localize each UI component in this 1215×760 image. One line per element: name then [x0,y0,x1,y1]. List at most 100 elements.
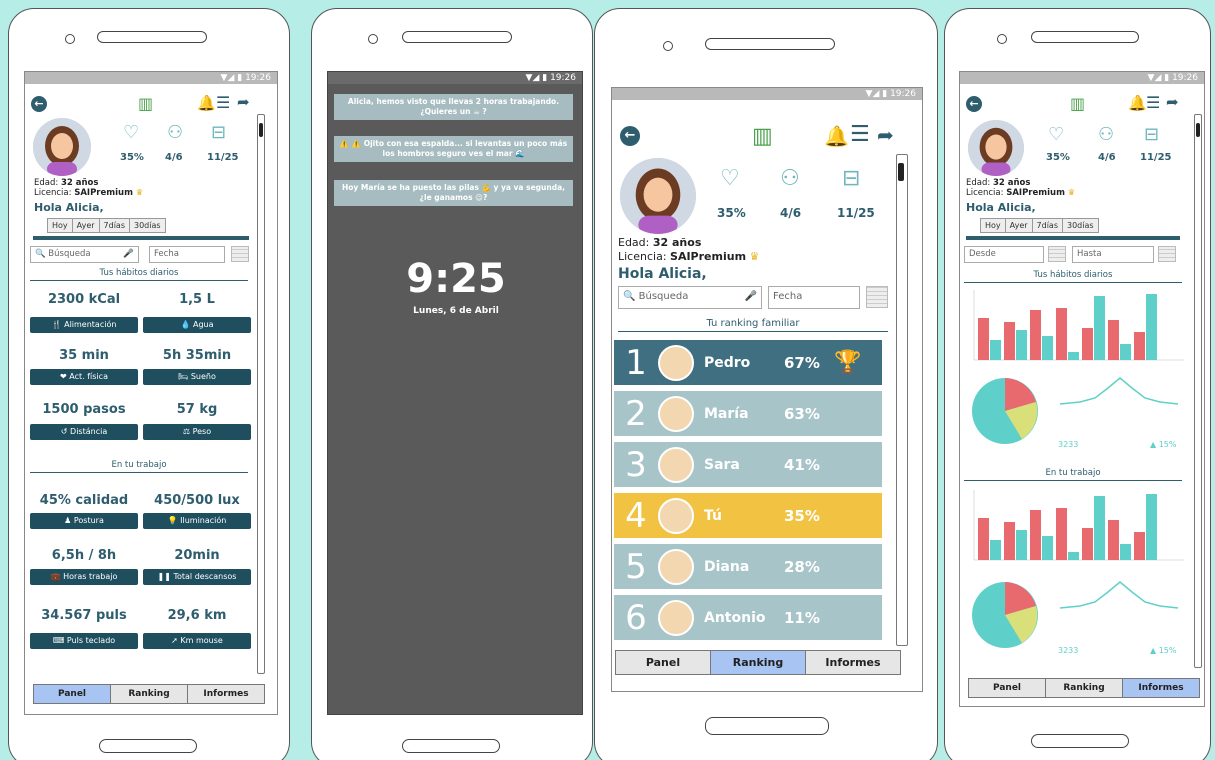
back-arrow-icon[interactable]: ← [620,126,640,146]
ranking-row[interactable]: 6 Antonio 11% [614,595,882,640]
back-arrow-icon[interactable]: ← [31,96,47,112]
heartbeat-icon: ♡ [720,166,740,191]
tab-30dias[interactable]: 30días [1063,219,1098,232]
work-value-keys: 34.567 puls [41,608,127,623]
date-input[interactable]: Fecha [768,286,860,309]
work-button-light[interactable]: 💡 Iluminación [143,513,251,529]
ranking-row[interactable]: 4 Tú 35% [614,493,882,538]
logout-icon[interactable]: ➦ [877,123,894,147]
habit-button-activity[interactable]: ❤ Act. física [30,369,138,385]
habits-line-chart [1060,377,1179,405]
habit-button-water[interactable]: 💧 Agua [143,317,251,333]
menu-icon[interactable]: ☰ [216,93,230,112]
work-title: En tu trabajo [964,468,1182,481]
logout-icon[interactable]: ➦ [1166,93,1179,111]
tab-hoy[interactable]: Hoy [981,219,1006,232]
tab-ayer[interactable]: Ayer [73,219,100,232]
menu-icon[interactable]: ☰ [1146,93,1160,112]
habits-title: Tus hábitos diarios [30,268,248,281]
bell-icon[interactable]: 🔔 [197,94,216,112]
search-input[interactable]: 🔍 Búsqueda 🎤 [618,286,762,309]
bell-icon[interactable]: 🔔 [1128,94,1147,112]
heartbeat-icon: ♡ [123,122,140,143]
family-icon: ⚇ [1098,124,1115,145]
habit-button-weight[interactable]: ⚖ Peso [143,424,251,440]
nav-ranking[interactable]: Ranking [111,685,188,703]
bell-icon[interactable]: 🔔 [824,124,849,148]
back-arrow-icon[interactable]: ← [966,96,982,112]
camera [997,34,1007,44]
cutlery-icon: 🍴 [51,320,62,329]
from-date-input[interactable]: Desde [964,246,1044,263]
ranking-row[interactable]: 2 María 63% [614,391,882,436]
notification-2[interactable]: ⚠️ ⚠️ Ojito con esa espalda... si levant… [334,136,573,162]
tab-hoy[interactable]: Hoy [48,219,73,232]
work-button-hours[interactable]: 💼 Horas trabajo [30,569,138,585]
speaker [1031,31,1139,43]
work-button-mouse[interactable]: ➚ Km mouse [143,633,251,649]
rank-percent: 41% [784,455,820,474]
nav-panel[interactable]: Panel [969,679,1046,697]
home-button[interactable] [1031,734,1129,748]
search-input[interactable]: 🔍 Búsqueda 🎤 [30,246,139,263]
nav-panel[interactable]: Panel [34,685,111,703]
scrollbar[interactable] [1194,114,1202,668]
scrollbar[interactable] [896,154,908,646]
lock-screen: ▼◢ ▮ 19:26 Alicia, hemos visto que lleva… [327,71,583,715]
menu-icon[interactable]: ☰ [850,122,870,147]
scroll-thumb[interactable] [1196,123,1200,137]
date-input[interactable]: Fecha [149,246,225,263]
logout-icon[interactable]: ➦ [237,93,250,111]
status-bar: ▼◢ ▮ 19:26 [328,72,582,84]
ranking-screen: ▼◢ ▮ 19:26 ← ▥ 🔔 ☰ ➦ ♡ ⚇ ⊟ 35% 4/6 11/25… [611,87,923,692]
nav-ranking[interactable]: Ranking [711,651,806,674]
tab-7dias[interactable]: 7días [100,219,130,232]
tab-ayer[interactable]: Ayer [1006,219,1033,232]
habit-button-sleep[interactable]: 🛏 Sueño [143,369,251,385]
camera [663,41,673,51]
mic-icon[interactable]: 🎤 [745,291,757,302]
stat-family: 4/6 [1098,152,1116,163]
age-line: Edad: 32 años [34,178,99,188]
nav-informes[interactable]: Informes [806,651,900,674]
nav-panel[interactable]: Panel [616,651,711,674]
drop-icon: 💧 [180,320,191,329]
rank-percent: 28% [784,557,820,576]
calendar-icon[interactable] [1158,246,1176,262]
notification-1[interactable]: Alicia, hemos visto que llevas 2 horas t… [334,94,573,120]
home-button[interactable] [705,717,829,735]
habit-button-food[interactable]: 🍴 Alimentación [30,317,138,333]
scroll-thumb[interactable] [259,123,263,137]
license-line: Licencia: SAIPremium ♛ [618,250,760,263]
avatar [620,158,696,234]
to-date-input[interactable]: Hasta [1072,246,1154,263]
ranking-row[interactable]: 3 Sara 41% [614,442,882,487]
tab-30dias[interactable]: 30días [130,219,165,232]
speaker [97,31,207,43]
ranking-row[interactable]: 1 Pedro 67% 🏆 [614,340,882,385]
work-button-keys[interactable]: ⌨ Puls teclado [30,633,138,649]
calendar-icon[interactable] [1048,246,1066,262]
rank-position: 2 [625,393,647,434]
nav-informes[interactable]: Informes [188,685,264,703]
calendar-icon[interactable] [866,286,888,308]
nav-ranking[interactable]: Ranking [1046,679,1123,697]
notification-3[interactable]: Hoy María se ha puesto las pilas 💪 y ya … [334,180,573,206]
scrollbar[interactable] [257,114,265,674]
habits-title: Tus hábitos diarios [964,270,1182,283]
scroll-thumb[interactable] [898,163,904,181]
work-button-breaks[interactable]: ❚❚ Total descansos [143,569,251,585]
habit-button-steps[interactable]: ↺ Distáncia [30,424,138,440]
ranking-row[interactable]: 5 Diana 28% [614,544,882,589]
work-button-posture[interactable]: ♟ Postura [30,513,138,529]
scale-icon: ⚖ [182,427,191,436]
calendar-icon[interactable] [231,246,249,262]
mic-icon[interactable]: 🎤 [123,249,134,259]
tab-7dias[interactable]: 7días [1033,219,1063,232]
stat-work: 11/25 [1140,152,1172,163]
work-value-hours: 6,5h / 8h [51,548,117,563]
home-button[interactable] [99,739,197,753]
nav-informes[interactable]: Informes [1123,679,1199,697]
stat-work: 11/25 [837,206,875,220]
home-button[interactable] [402,739,500,753]
